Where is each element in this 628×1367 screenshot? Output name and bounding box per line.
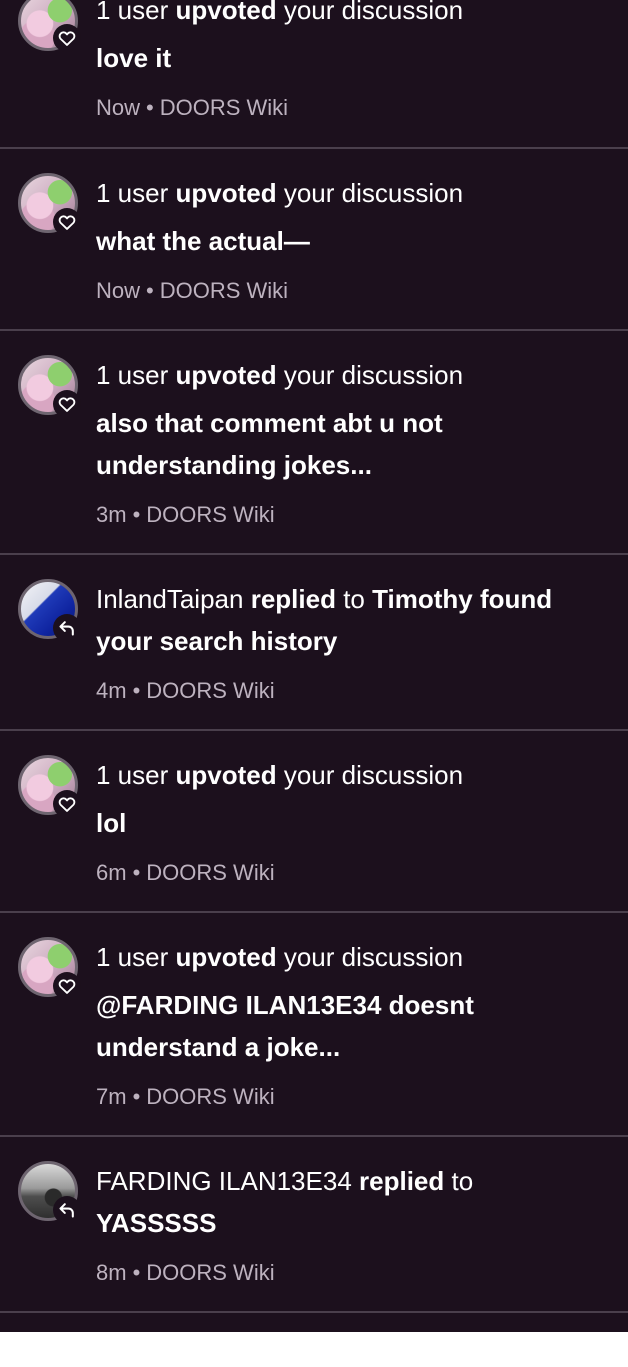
community-name: DOORS Wiki [159, 95, 289, 120]
upvote-badge [53, 24, 81, 52]
action-connector: your discussion [283, 360, 464, 390]
community-name: DOORS Wiki [146, 1260, 275, 1285]
discussion-title-line: lol [96, 808, 127, 838]
discussion-title-line: also that comment abt u not [96, 408, 443, 438]
notification-item[interactable]: 1 user upvoted your discussion lol 6m • DO… [0, 731, 628, 911]
upvote-badge [53, 390, 81, 418]
heart-icon [58, 215, 76, 230]
actor-name: 1 user [96, 0, 169, 25]
timestamp: Now [96, 278, 141, 303]
discussion-title-inline[interactable]: Timothy found [372, 584, 552, 614]
discussion-title[interactable]: what the actual— [96, 220, 604, 262]
notification-feed: 1 user upvoted your discussion love it N… [0, 0, 628, 1332]
action-verb: upvoted [175, 0, 277, 25]
actor-name: 1 user [96, 942, 169, 972]
notification-headline: 1 user upvoted your discussion [96, 354, 604, 396]
discussion-title[interactable]: also that comment abt u not understandin… [96, 402, 604, 486]
action-connector: your discussion [283, 178, 464, 208]
discussion-title[interactable]: YASSSSS [96, 1202, 604, 1244]
reply-badge [53, 614, 81, 642]
action-connector: your discussion [283, 942, 464, 972]
notification-headline: InlandTaipan replied to Timothy found [96, 578, 604, 620]
community-name: DOORS Wiki [146, 678, 275, 703]
action-verb: upvoted [175, 942, 277, 972]
meta-separator: • [132, 1084, 141, 1109]
action-verb: replied [250, 584, 336, 614]
discussion-title-line: understand a joke... [96, 1032, 341, 1062]
notification-item[interactable]: 1 user upvoted your discussion also that… [0, 331, 628, 553]
meta-separator: • [132, 678, 141, 703]
meta-separator: • [132, 860, 141, 885]
discussion-title-line: love it [96, 43, 172, 73]
meta-separator: • [132, 502, 141, 527]
notification-meta: Now • DOORS Wiki [96, 275, 288, 307]
notification-item[interactable]: 1 user upvoted your discussion love it N… [0, 0, 628, 148]
discussion-title-line: YASSSSS [96, 1208, 217, 1238]
community-name: DOORS Wiki [159, 278, 289, 303]
actor-name: 1 user [96, 178, 169, 208]
discussion-title-line: your search history [96, 626, 338, 656]
actor-name: 1 user [96, 360, 169, 390]
discussion-title[interactable]: @FARDING ILAN13E34 doesnt understand a j… [96, 984, 604, 1068]
actor-name[interactable]: InlandTaipan [96, 584, 243, 614]
notification-item[interactable]: FARDING ILAN13E34 replied to YASSSSS 8m •… [0, 1137, 628, 1311]
community-name: DOORS Wiki [146, 502, 275, 527]
notification-meta: 6m • DOORS Wiki [96, 857, 275, 889]
discussion-title[interactable]: love it [96, 37, 604, 79]
meta-separator: • [146, 95, 154, 120]
notification-meta: 4m • DOORS Wiki [96, 675, 275, 707]
discussion-title-line: understanding jokes... [96, 450, 372, 480]
heart-icon [58, 797, 76, 812]
reply-arrow-icon [59, 621, 74, 636]
meta-separator: • [132, 1260, 141, 1285]
community-name: DOORS Wiki [146, 1084, 275, 1109]
discussion-title-line: what the actual— [96, 226, 310, 256]
notification-item[interactable]: 1 user upvoted your discussion @FARDING … [0, 913, 628, 1135]
upvote-badge [53, 208, 81, 236]
meta-separator: • [146, 278, 154, 303]
notification-meta: Now • DOORS Wiki [96, 92, 288, 124]
notification-headline: 1 user upvoted your discussion [96, 0, 604, 31]
actor-name[interactable]: FARDING ILAN13E34 [96, 1166, 352, 1196]
notification-headline: FARDING ILAN13E34 replied to [96, 1160, 604, 1202]
action-connector: your discussion [283, 760, 464, 790]
timestamp: 3m [96, 502, 127, 527]
discussion-title[interactable]: lol [96, 802, 604, 844]
discussion-title-line: @FARDING ILAN13E34 doesnt [96, 990, 474, 1020]
notification-meta: 3m • DOORS Wiki [96, 499, 275, 531]
action-connector: your discussion [283, 0, 464, 25]
community-name: DOORS Wiki [146, 860, 275, 885]
action-verb: replied [359, 1166, 445, 1196]
action-verb: upvoted [175, 360, 277, 390]
action-verb: upvoted [175, 178, 277, 208]
heart-icon [58, 397, 76, 412]
notification-headline: 1 user upvoted your discussion [96, 936, 604, 978]
heart-icon [58, 979, 76, 994]
timestamp: 6m [96, 860, 127, 885]
discussion-title[interactable]: your search history [96, 620, 604, 662]
timestamp: 7m [96, 1084, 127, 1109]
notification-headline: 1 user upvoted your discussion [96, 754, 604, 796]
actor-name: 1 user [96, 760, 169, 790]
notification-headline: 1 user upvoted your discussion [96, 172, 604, 214]
timestamp: 8m [96, 1260, 127, 1285]
upvote-badge [53, 790, 81, 818]
heart-icon [58, 31, 76, 46]
action-verb: upvoted [175, 760, 277, 790]
notification-item[interactable]: InlandTaipan replied to Timothy found yo… [0, 555, 628, 729]
action-connector: to [343, 584, 365, 614]
notification-meta: 7m • DOORS Wiki [96, 1081, 275, 1113]
reply-badge [53, 1196, 81, 1224]
reply-arrow-icon [59, 1203, 74, 1218]
timestamp: 4m [96, 678, 127, 703]
upvote-badge [53, 972, 81, 1000]
timestamp: Now [96, 95, 141, 120]
divider [0, 1311, 628, 1313]
notification-meta: 8m • DOORS Wiki [96, 1257, 275, 1289]
notification-item[interactable]: 1 user upvoted your discussion what the … [0, 149, 628, 329]
action-connector: to [451, 1166, 474, 1196]
